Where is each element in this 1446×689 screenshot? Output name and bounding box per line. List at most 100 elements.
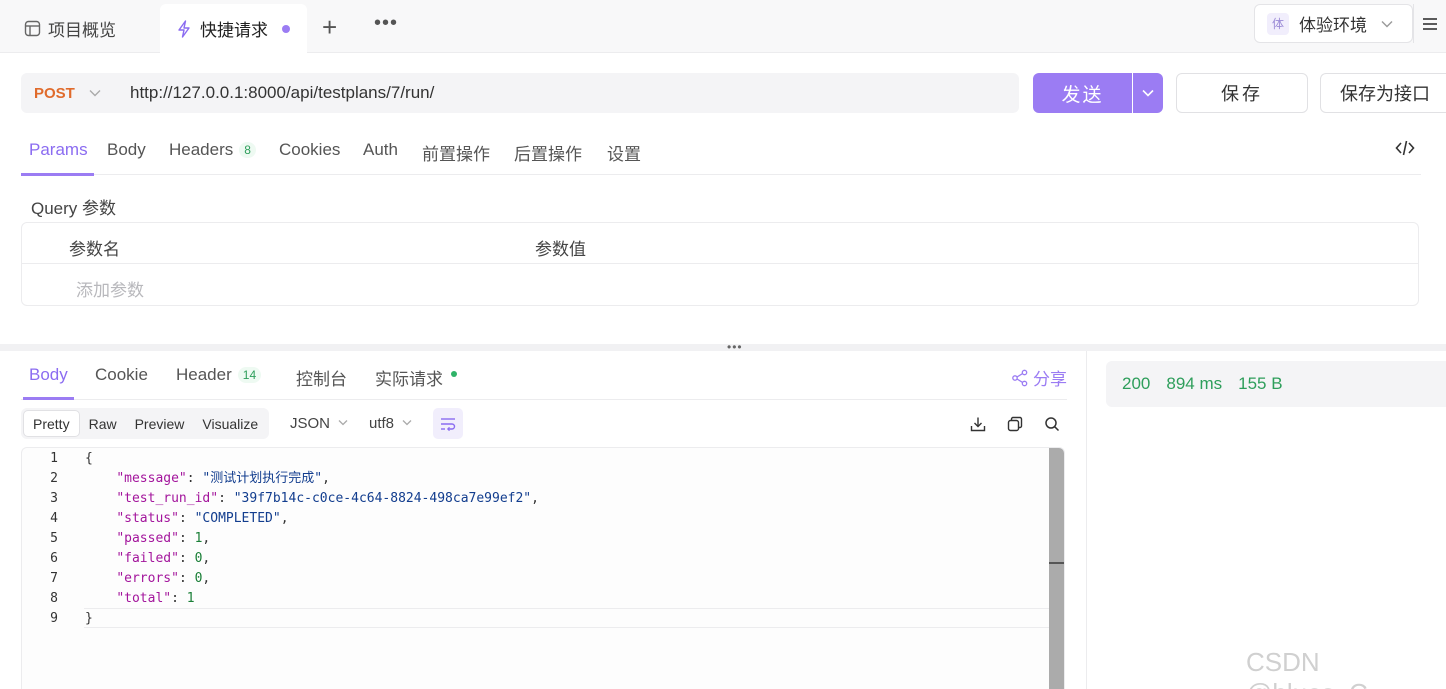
code-line: 9} — [22, 609, 1048, 629]
tab-post-operations[interactable]: 后置操作 — [514, 140, 582, 165]
tab-cookies[interactable]: Cookies — [279, 140, 340, 160]
json-key: "errors" — [116, 571, 179, 586]
format-pretty[interactable]: Pretty — [23, 410, 80, 437]
query-params-title: Query 参数 — [31, 199, 117, 218]
tab-headers-label: Headers — [169, 140, 234, 159]
tab-cookies-label: Cookies — [279, 140, 341, 159]
save-button[interactable]: 保存 — [1176, 73, 1308, 113]
tab-response-body[interactable]: Body — [23, 365, 74, 400]
menu-button[interactable] — [1413, 4, 1446, 43]
line-number: 8 — [50, 591, 58, 606]
code-line: 4 "status": "COMPLETED", — [22, 509, 1048, 529]
tab-pre-operations-label: 前置操作 — [422, 145, 490, 164]
chevron-down-icon — [338, 418, 348, 429]
response-status-bar: 200 894 ms 155 B — [1106, 361, 1446, 407]
json-key: "message" — [116, 471, 187, 486]
json-value: "COMPLETED" — [194, 511, 281, 526]
chevron-down-icon — [1142, 89, 1154, 97]
format-segmented-control: Pretty Raw Preview Visualize — [21, 408, 270, 439]
tab-settings[interactable]: 设置 — [607, 140, 641, 165]
status-code: 200 — [1122, 374, 1151, 393]
code-line: 3 "test_run_id": "39f7b14c-c0ce-4c64-882… — [22, 489, 1048, 509]
line-number: 2 — [50, 471, 58, 486]
response-header-count-badge: 14 — [237, 367, 262, 383]
tab-pre-operations[interactable]: 前置操作 — [422, 140, 490, 165]
json-value: "测试计划执行完成" — [202, 471, 323, 486]
download-icon — [970, 417, 986, 432]
tab-project-overview[interactable]: 项目概览 — [22, 4, 116, 53]
tab-response-header[interactable]: Header 14 — [176, 365, 262, 385]
json-key: "status" — [116, 511, 179, 526]
copy-button[interactable] — [1005, 414, 1025, 434]
tab-params-label: Params — [29, 140, 88, 159]
tab-headers[interactable]: Headers 8 — [169, 140, 256, 160]
top-tab-bar: 项目概览 快捷请求 + ••• 体 体验环境 — [0, 0, 1446, 53]
share-button[interactable]: 分享 — [1011, 365, 1067, 390]
language-label: JSON — [290, 415, 331, 432]
format-raw[interactable]: Raw — [80, 410, 126, 437]
response-body-editor[interactable]: 1{2 "message": "测试计划执行完成", 3 "test_run_id… — [21, 447, 1065, 689]
code-content: "failed": 0, — [116, 551, 211, 566]
tab-console[interactable]: 控制台 — [296, 365, 347, 390]
tab-params[interactable]: Params — [21, 140, 94, 176]
tab-project-overview-label: 项目概览 — [48, 21, 116, 40]
add-param-input[interactable]: 添加参数 — [76, 276, 144, 301]
code-line: 5 "passed": 1, — [22, 529, 1048, 549]
line-number: 9 — [50, 611, 58, 626]
code-content: "total": 1 — [116, 591, 195, 606]
search-button[interactable] — [1042, 414, 1062, 434]
more-tabs-button[interactable]: ••• — [374, 12, 398, 35]
send-options-button[interactable] — [1133, 73, 1163, 113]
line-number: 6 — [50, 551, 58, 566]
environment-select[interactable]: 体 体验环境 — [1254, 4, 1413, 43]
format-preview[interactable]: Preview — [126, 410, 194, 437]
tab-response-cookie-label: Cookie — [95, 365, 148, 384]
tab-actual-request-label: 实际请求 — [375, 370, 443, 389]
lightning-icon — [174, 19, 194, 39]
tab-body[interactable]: Body — [107, 140, 146, 160]
download-button[interactable] — [968, 414, 988, 434]
tab-quick-request[interactable]: 快捷请求 — [160, 4, 307, 53]
save-as-endpoint-button[interactable]: 保存为接口 — [1320, 73, 1446, 113]
chevron-down-icon — [89, 86, 101, 100]
add-tab-button[interactable]: + — [322, 14, 337, 40]
format-visualize[interactable]: Visualize — [193, 410, 267, 437]
hamburger-icon — [1423, 17, 1437, 30]
wrap-icon — [441, 417, 456, 431]
code-content: "message": "测试计划执行完成", — [116, 471, 330, 486]
editor-scrollbar[interactable] — [1049, 448, 1064, 689]
environment-label: 体验环境 — [1299, 16, 1367, 35]
chevron-down-icon — [1381, 17, 1393, 31]
panel-splitter[interactable] — [0, 344, 1446, 351]
tab-auth[interactable]: Auth — [363, 140, 398, 160]
generate-code-button[interactable] — [1395, 139, 1415, 160]
env-badge: 体 — [1267, 12, 1289, 35]
code-content: { — [85, 449, 93, 469]
json-key: "test_run_id" — [116, 491, 219, 506]
send-button[interactable]: 发送 — [1033, 73, 1132, 113]
request-url-bar: POST — [21, 73, 1019, 113]
line-number: 7 — [50, 571, 58, 586]
json-value: 0 — [194, 571, 203, 586]
tab-body-label: Body — [107, 140, 146, 159]
vertical-divider — [1086, 351, 1087, 689]
code-content: "errors": 0, — [116, 571, 211, 586]
drag-handle-icon[interactable]: ••• — [727, 340, 743, 354]
tab-response-cookie[interactable]: Cookie — [95, 365, 148, 385]
word-wrap-toggle[interactable] — [433, 408, 463, 439]
encoding-select[interactable]: utf8 — [369, 415, 412, 432]
code-line: 1{ — [22, 449, 1048, 469]
language-select[interactable]: JSON — [290, 415, 348, 432]
tab-settings-label: 设置 — [607, 145, 641, 164]
line-number: 1 — [50, 451, 58, 466]
param-table-header: 参数名 参数值 — [22, 223, 1418, 264]
url-input[interactable] — [116, 73, 1019, 113]
json-value: "39f7b14c-c0ce-4c64-8824-498ca7e99ef2" — [233, 491, 532, 506]
share-icon — [1012, 369, 1028, 386]
line-number: 5 — [50, 531, 58, 546]
query-params-table: 参数名 参数值 添加参数 — [21, 222, 1419, 306]
tab-actual-request[interactable]: 实际请求 — [375, 365, 457, 390]
code-content: "passed": 1, — [116, 531, 211, 546]
method-select[interactable]: POST — [21, 73, 116, 113]
tab-post-operations-label: 后置操作 — [514, 145, 582, 164]
